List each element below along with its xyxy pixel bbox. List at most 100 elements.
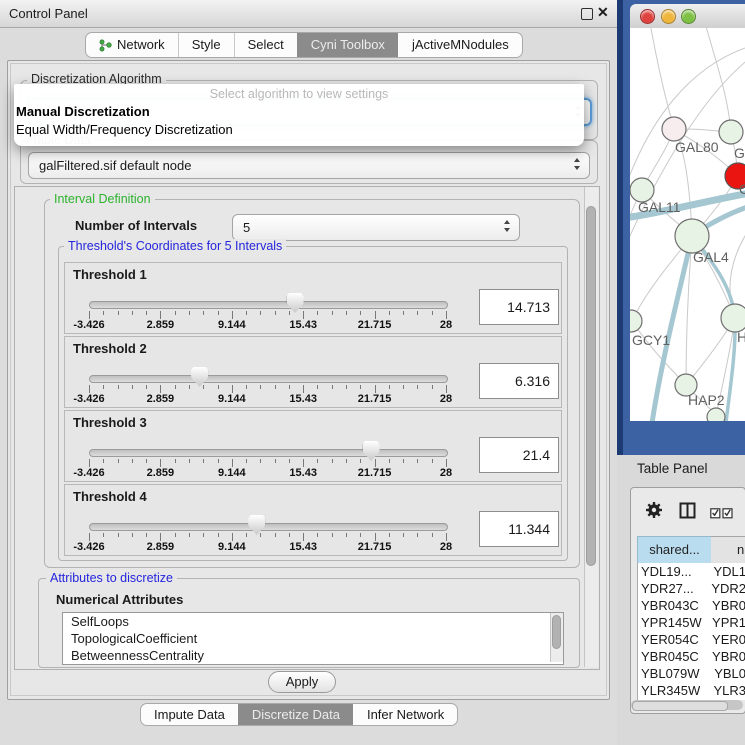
slider-tick	[89, 385, 90, 393]
node-gal80[interactable]	[662, 117, 686, 141]
cell-shared-name[interactable]: YPR145W	[638, 614, 712, 631]
slider-tick	[218, 533, 219, 537]
cell-shared-name[interactable]: YBR043C	[638, 597, 712, 614]
node-partial-top[interactable]	[719, 120, 743, 144]
threshold-3-value-field[interactable]: 21.4	[479, 437, 559, 473]
cell-name[interactable]: YDR2	[711, 580, 745, 597]
zoom-traffic-light[interactable]	[681, 9, 696, 24]
node-bottom[interactable]	[707, 408, 725, 421]
cell-name[interactable]: YBL0	[714, 665, 745, 682]
table-body[interactable]: YDL19...YDL1YDR27...YDR2YBR043CYBR0YPR14…	[637, 563, 745, 700]
desktop-edge	[617, 0, 623, 455]
tab-infer-network[interactable]: Infer Network	[353, 704, 457, 725]
node-h[interactable]	[721, 304, 745, 332]
threshold-4-value-field[interactable]: 11.344	[479, 511, 559, 547]
tab-style[interactable]: Style	[178, 33, 234, 57]
table-row[interactable]: YDL19...YDL1	[638, 563, 745, 580]
slider-tick	[175, 533, 176, 537]
table-data-combobox[interactable]: galFiltered.sif default node	[28, 152, 590, 179]
interval-definition-title: Interval Definition	[50, 192, 155, 206]
tab-network[interactable]: Network	[86, 33, 178, 57]
threshold-3-slider-thumb[interactable]	[363, 441, 380, 461]
cell-shared-name[interactable]: YBL079W	[638, 665, 714, 682]
popup-item-equal-width-frequency[interactable]: Equal Width/Frequency Discretization	[16, 122, 233, 137]
tab-impute-data[interactable]: Impute Data	[141, 704, 238, 725]
table-row[interactable]: YBR045CYBR0	[638, 648, 745, 665]
minimize-traffic-light[interactable]	[661, 9, 676, 24]
slider-tick	[317, 459, 318, 463]
slider-tick	[403, 385, 404, 389]
slider-tick	[332, 311, 333, 315]
tab-cyni-toolbox[interactable]: Cyni Toolbox	[297, 33, 398, 57]
horizontal-scrollbar-thumb[interactable]	[632, 701, 728, 711]
popup-item-manual-discretization[interactable]: Manual Discretization	[16, 104, 150, 119]
column-header-name[interactable]: n	[711, 536, 745, 564]
number-of-intervals-combobox[interactable]: 5	[232, 214, 520, 241]
attribute-list-item[interactable]: SelfLoops	[63, 613, 563, 630]
tab-discretize-data[interactable]: Discretize Data	[238, 704, 353, 725]
cell-name[interactable]: YPR1	[712, 614, 745, 631]
slider-tick	[446, 533, 447, 541]
apply-button[interactable]: Apply	[268, 671, 336, 693]
slider-tick	[275, 311, 276, 315]
table-row[interactable]: YBR043CYBR0	[638, 597, 745, 614]
table-row[interactable]: YLR345WYLR3	[638, 682, 745, 699]
table-row[interactable]: YDR27...YDR2	[638, 580, 745, 597]
slider-tick	[375, 311, 376, 319]
slider-tick	[218, 459, 219, 463]
split-column-icon[interactable]	[679, 502, 696, 524]
cell-name[interactable]: YDL1	[713, 563, 745, 580]
column-header-shared-name[interactable]: shared...	[637, 536, 712, 564]
slider-tick	[160, 533, 161, 541]
threshold-2-value-field[interactable]: 6.316	[479, 363, 559, 399]
cell-name[interactable]: YLR3	[713, 682, 745, 699]
float-window-icon[interactable]	[581, 8, 593, 20]
table-row[interactable]: YPR145WYPR1	[638, 614, 745, 631]
gear-icon[interactable]	[645, 501, 663, 524]
slider-scale-label: 9.144	[218, 541, 246, 553]
slider-tick	[146, 533, 147, 537]
cell-shared-name[interactable]: YLR345W	[638, 682, 713, 699]
vertical-scrollbar-thumb[interactable]	[586, 206, 596, 566]
cell-name[interactable]: YBR0	[712, 597, 745, 614]
slider-tick	[332, 385, 333, 389]
threshold-1-slider[interactable]	[89, 301, 448, 309]
threshold-4-slider-thumb[interactable]	[248, 515, 265, 535]
cell-shared-name[interactable]: YDL19...	[638, 563, 713, 580]
threshold-1-slider-thumb[interactable]	[287, 293, 304, 313]
close-icon[interactable]: ✕	[597, 4, 609, 21]
slider-tick	[432, 311, 433, 315]
select-columns-icon[interactable]	[710, 506, 734, 524]
threshold-2-panel: Threshold 2 6.316 -3.4262.8599.14415.432…	[64, 336, 562, 408]
table-row[interactable]: YER054CYER0	[638, 631, 745, 648]
attribute-list-item[interactable]: TopologicalCoefficient	[63, 630, 563, 647]
threshold-2-slider[interactable]	[89, 375, 448, 383]
cell-shared-name[interactable]: YBR045C	[638, 648, 712, 665]
threshold-4-slider[interactable]	[89, 523, 448, 531]
attributes-list-scrollbar-thumb[interactable]	[552, 615, 561, 649]
slider-tick	[446, 311, 447, 319]
cell-name[interactable]: YER0	[712, 631, 745, 648]
node-gcy1[interactable]	[630, 310, 642, 332]
slider-scale-label: 15.43	[289, 467, 317, 479]
attribute-list-item[interactable]: BetweennessCentrality	[63, 647, 563, 664]
slider-tick	[289, 311, 290, 315]
tab-jactivemnodules[interactable]: jActiveMNodules	[398, 33, 522, 57]
threshold-2-slider-thumb[interactable]	[191, 367, 208, 387]
threshold-1-value-field[interactable]: 14.713	[479, 289, 559, 325]
cell-name[interactable]: YBR0	[712, 648, 745, 665]
node-label-gal11: GAL11	[638, 199, 681, 215]
attributes-group-title: Attributes to discretize	[46, 571, 177, 585]
threshold-3-slider[interactable]	[89, 449, 448, 457]
tab-select[interactable]: Select	[234, 33, 297, 57]
close-traffic-light[interactable]	[640, 9, 655, 24]
tab-network-label: Network	[117, 33, 165, 57]
cell-shared-name[interactable]: YER054C	[638, 631, 712, 648]
table-row[interactable]: YBL079WYBL0	[638, 665, 745, 682]
node-gal4[interactable]	[675, 219, 709, 253]
network-view[interactable]: GAL80 GA C GAL11 GAL4 GCY1 H HAP2	[630, 28, 745, 421]
slider-tick	[175, 459, 176, 463]
cell-shared-name[interactable]: YDR27...	[638, 580, 711, 597]
slider-tick	[346, 459, 347, 463]
attributes-listbox[interactable]: SelfLoopsTopologicalCoefficientBetweenne…	[62, 612, 564, 665]
